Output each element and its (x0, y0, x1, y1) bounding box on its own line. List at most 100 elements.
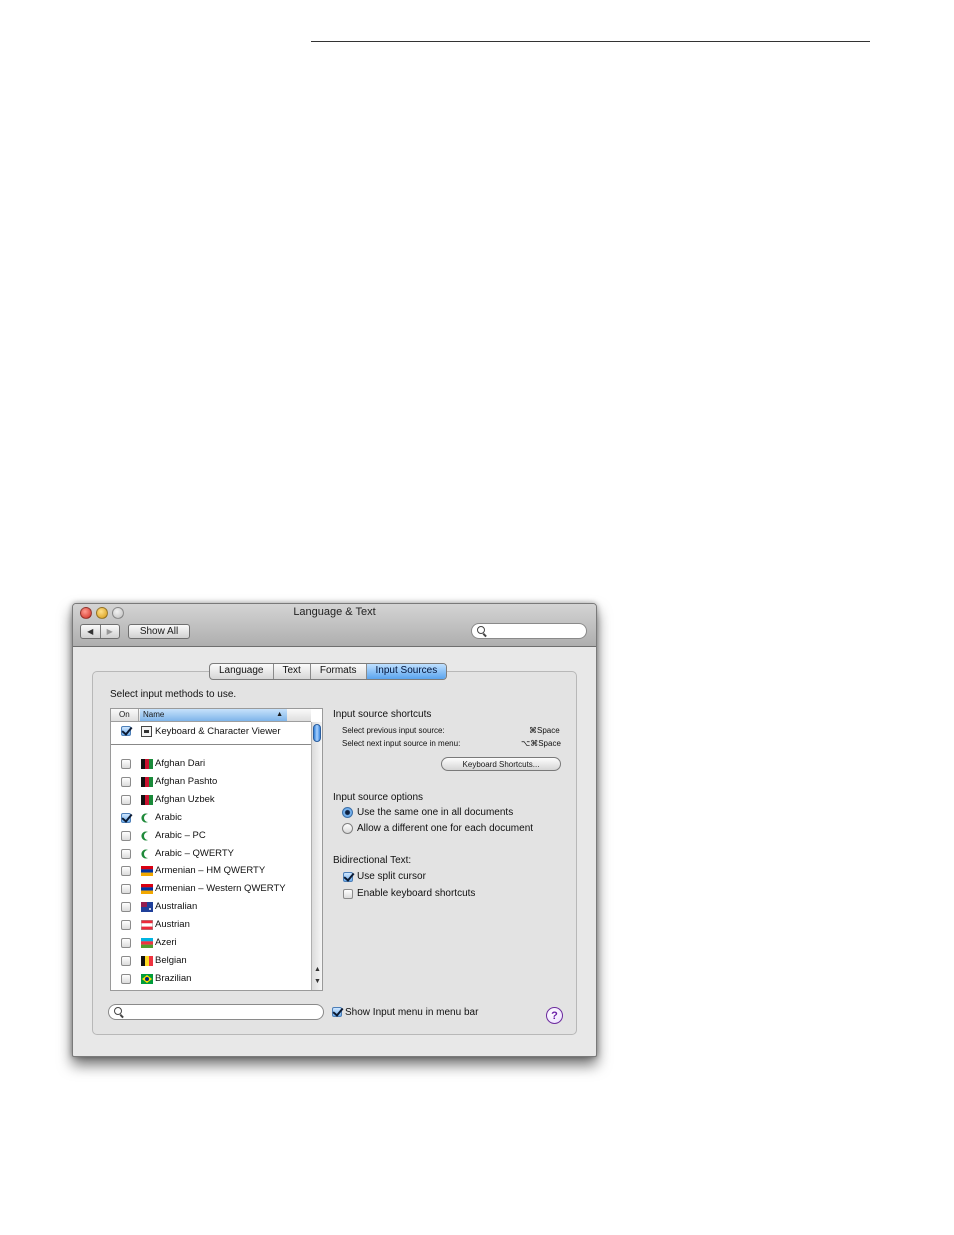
arabic-crescent-icon (141, 813, 148, 823)
enable-checkbox[interactable] (121, 776, 131, 787)
show-input-menu-checkbox[interactable] (332, 1007, 342, 1017)
list-item-label: Australian (155, 901, 198, 913)
search-icon (114, 1007, 122, 1015)
australia-flag-icon (141, 902, 153, 913)
list-item[interactable]: Arabic – PC (111, 827, 311, 845)
search-icon (477, 626, 485, 634)
options-section-title: Input source options (333, 792, 424, 803)
prev-source-label: Select previous input source: (342, 726, 445, 735)
enable-checkbox[interactable] (121, 955, 131, 966)
bidi-section-title: Bidirectional Text: (333, 855, 412, 866)
window-title: Language & Text (293, 606, 376, 618)
list-search-field[interactable] (108, 1004, 324, 1020)
back-forward-control: ◀ ▶ (80, 624, 120, 639)
keyboard-viewer-icon (141, 726, 152, 737)
list-item-label: Afghan Uzbek (155, 793, 215, 805)
list-item[interactable]: Afghan Uzbek (111, 791, 311, 809)
show-all-button[interactable]: Show All (128, 624, 190, 639)
prev-source-shortcut: ⌘Space (529, 726, 560, 735)
enable-checkbox[interactable] (121, 938, 131, 948)
list-item[interactable]: Afghan Pashto (111, 773, 311, 791)
input-sources-list[interactable]: On Name ▲ Keyboard & Character Viewer Af… (110, 708, 323, 991)
enable-kb-shortcuts-checkbox[interactable] (343, 889, 353, 899)
enable-checkbox[interactable] (121, 759, 131, 769)
list-item[interactable]: Austrian (111, 916, 311, 934)
tab-formats[interactable]: Formats (311, 664, 367, 679)
list-item-label: Arabic – PC (155, 829, 206, 841)
enable-checkbox[interactable] (121, 848, 131, 859)
sort-ascending-icon: ▲ (276, 711, 283, 718)
same-source-radio[interactable] (342, 807, 353, 818)
list-item[interactable]: Australian (111, 898, 311, 916)
list-item-label: Brazilian (155, 972, 192, 984)
different-source-label: Allow a different one for each document (357, 823, 534, 834)
enable-kb-shortcuts-label: Enable keyboard shortcuts (357, 888, 476, 899)
brazil-flag-icon (141, 973, 153, 984)
arabic-crescent-icon (141, 831, 148, 841)
enable-checkbox[interactable] (121, 812, 131, 823)
window-toolbar: Language & Text ◀ ▶ Show All (73, 604, 596, 647)
tab-text[interactable]: Text (274, 664, 311, 679)
list-item[interactable]: Arabic (111, 809, 311, 827)
enable-checkbox[interactable] (121, 973, 131, 984)
back-button[interactable]: ◀ (81, 625, 100, 638)
tab-bar: Language Text Formats Input Sources (209, 663, 448, 680)
list-item[interactable]: Armenian – Western QWERTY (111, 880, 311, 898)
input-methods-heading: Select input methods to use. (110, 689, 237, 700)
list-item[interactable]: Belgian (111, 952, 311, 970)
azerbaijan-flag-icon (141, 938, 153, 948)
belgium-flag-icon (141, 955, 153, 966)
enable-checkbox[interactable] (121, 830, 131, 841)
list-item[interactable]: Brazilian (111, 970, 311, 988)
next-source-label: Select next input source in menu: (342, 739, 461, 748)
afghanistan-flag-icon (141, 776, 153, 787)
scroll-up-icon[interactable]: ▲ (314, 966, 321, 973)
split-cursor-checkbox[interactable] (343, 872, 353, 882)
list-item[interactable]: Arabic – QWERTY (111, 845, 311, 863)
afghanistan-flag-icon (141, 794, 153, 805)
tab-language[interactable]: Language (210, 664, 274, 679)
enable-checkbox[interactable] (121, 920, 131, 931)
column-header-name[interactable]: Name ▲ (140, 709, 287, 721)
forward-button[interactable]: ▶ (99, 625, 120, 638)
arabic-crescent-icon (141, 849, 148, 858)
enable-checkbox[interactable] (121, 866, 131, 877)
enable-checkbox[interactable] (121, 794, 131, 805)
different-source-radio[interactable] (342, 823, 353, 834)
armenia-flag-icon (141, 866, 153, 877)
list-item[interactable]: Afghan Dari (111, 755, 311, 773)
list-item-label: Azeri (155, 937, 177, 948)
page-top-rule (311, 41, 870, 42)
enable-checkbox[interactable] (121, 902, 131, 913)
keyboard-viewer-label: Keyboard & Character Viewer (155, 726, 281, 737)
keyboard-viewer-row[interactable]: Keyboard & Character Viewer (111, 722, 311, 745)
list-scrollbar[interactable]: ▲ ▼ (311, 722, 322, 990)
scroll-down-icon[interactable]: ▼ (314, 978, 321, 985)
list-header: On Name ▲ (111, 709, 311, 722)
list-item-label: Arabic – QWERTY (155, 847, 235, 859)
help-button[interactable]: ? (546, 1007, 563, 1024)
list-item-label: Arabic (155, 811, 182, 823)
afghanistan-flag-icon (141, 759, 153, 769)
tab-input-sources[interactable]: Input Sources (366, 664, 447, 679)
list-item-label: Belgian (155, 954, 187, 966)
keyboard-viewer-checkbox[interactable] (121, 726, 131, 736)
list-item-label: Afghan Dari (155, 758, 206, 769)
keyboard-shortcuts-button[interactable]: Keyboard Shortcuts... (441, 757, 561, 771)
preferences-window: Language & Text ◀ ▶ Show All Language Te… (72, 603, 597, 1057)
split-cursor-label: Use split cursor (357, 871, 426, 882)
same-source-label: Use the same one in all documents (357, 807, 514, 818)
column-header-on[interactable]: On (111, 709, 139, 721)
austria-flag-icon (141, 920, 153, 931)
list-item[interactable]: Armenian – HM QWERTY (111, 862, 311, 880)
list-item-label: Austrian (155, 919, 190, 931)
enable-checkbox[interactable] (121, 884, 131, 895)
armenia-flag-icon (141, 884, 153, 895)
next-source-shortcut: ⌥⌘Space (521, 739, 561, 748)
toolbar-search-field[interactable] (471, 623, 587, 639)
list-item-label: Armenian – Western QWERTY (155, 883, 286, 895)
scrollbar-thumb[interactable] (313, 724, 321, 742)
list-item-label: Afghan Pashto (155, 775, 218, 787)
list-item[interactable]: Azeri (111, 934, 311, 952)
shortcuts-section-title: Input source shortcuts (333, 709, 432, 720)
